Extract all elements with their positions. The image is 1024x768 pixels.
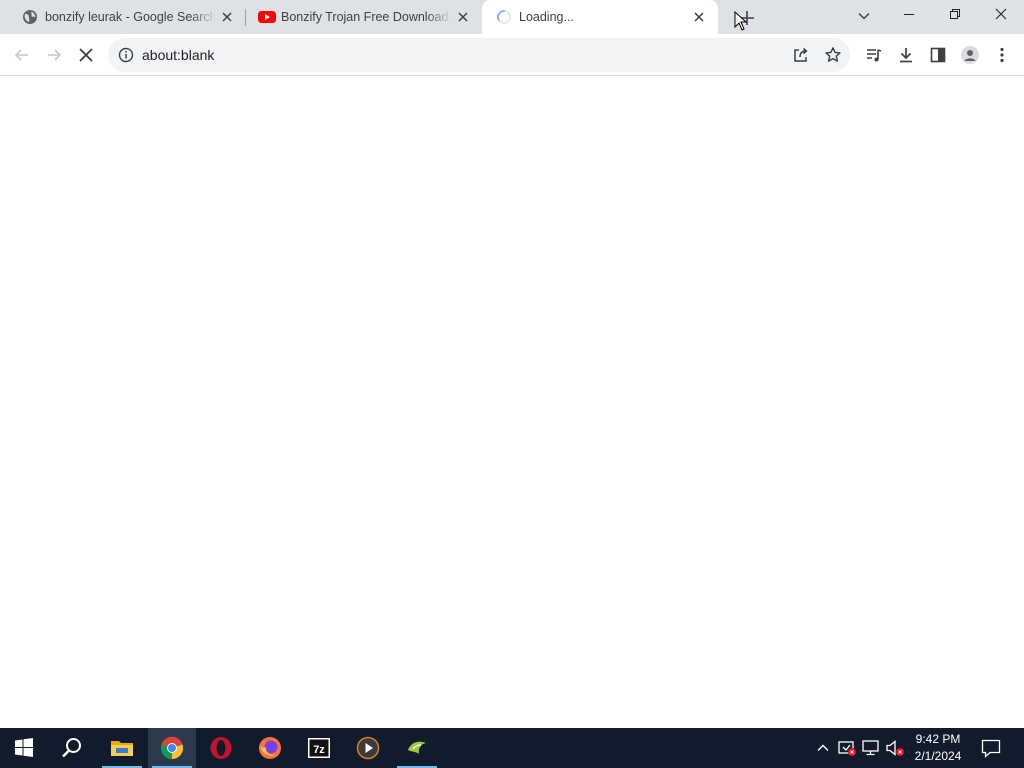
close-icon[interactable] [456,10,470,24]
tab-title: Loading... [519,10,574,24]
chrome-taskbar-icon[interactable] [148,728,196,768]
tab-search-button[interactable] [854,6,874,26]
bookmark-star-icon[interactable] [824,46,842,64]
download-button[interactable] [892,41,920,69]
bonzi-app-icon[interactable] [393,728,441,768]
url-text[interactable]: about:blank [142,47,214,63]
info-icon[interactable] [118,47,134,63]
file-explorer-icon[interactable] [98,728,146,768]
side-panel-button[interactable] [924,41,952,69]
clock-date: 2/1/2024 [914,749,962,763]
volume-muted-icon[interactable] [885,738,905,758]
tab-google-search[interactable]: bonzify leurak - Google Search [8,0,246,34]
network-icon[interactable] [861,738,881,758]
profile-avatar[interactable] [956,41,984,69]
close-icon[interactable] [220,10,234,24]
minimize-button[interactable] [886,0,932,30]
search-button[interactable] [48,728,96,768]
tab-title: bonzify leurak - Google Search [45,10,216,24]
forward-button[interactable] [40,41,68,69]
stop-loading-button[interactable] [72,41,100,69]
action-center-icon[interactable] [980,738,1002,758]
7zip-icon[interactable]: 7z [295,728,343,768]
chevron-up-icon[interactable] [813,738,833,758]
chrome-menu-button[interactable] [988,41,1016,69]
globe-icon [22,9,38,25]
media-controls-button[interactable] [860,41,888,69]
security-alert-icon[interactable] [837,738,857,758]
start-button[interactable] [0,728,48,768]
tab-youtube[interactable]: Bonzify Trojan Free Download Ap [244,0,482,34]
close-window-button[interactable] [978,0,1024,30]
windows-taskbar: 7z 9:42 PM 2/1/2024 [0,728,1024,768]
close-icon[interactable] [692,10,706,24]
mouse-cursor-icon [734,11,748,31]
firefox-icon[interactable] [246,728,294,768]
address-bar[interactable]: about:blank [108,38,850,72]
media-player-icon[interactable] [344,728,392,768]
tab-loading-active[interactable]: Loading... [482,0,718,34]
page-content[interactable] [0,77,1024,728]
share-icon[interactable] [792,46,810,64]
svg-text:7z: 7z [313,744,325,756]
loading-spinner-icon [496,9,512,25]
restore-button[interactable] [932,0,978,30]
taskbar-clock[interactable]: 9:42 PM 2/1/2024 [906,731,970,765]
youtube-icon [258,9,276,25]
tab-title: Bonzify Trojan Free Download Ap [281,10,452,24]
clock-time: 9:42 PM [915,732,961,746]
tab-strip: bonzify leurak - Google Search Bonzify T… [0,0,1024,34]
opera-icon[interactable] [197,728,245,768]
back-button[interactable] [8,41,36,69]
